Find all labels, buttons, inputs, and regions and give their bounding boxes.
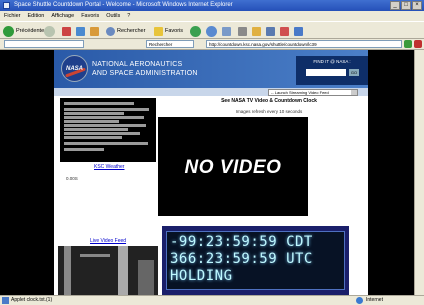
logo-text: NASA	[65, 66, 83, 72]
back-button[interactable]: Précédente	[3, 25, 44, 37]
menu-favorites[interactable]: Favoris	[81, 11, 99, 21]
close-icon[interactable]	[414, 40, 422, 48]
site-search-go-button[interactable]: GO	[349, 69, 359, 76]
url-field[interactable]: http://countdown.ksc.nasa.gov/shuttle/co…	[206, 40, 402, 48]
nasa-logo[interactable]: NASA	[61, 55, 88, 82]
address-bar: Rechercher http://countdown.ksc.nasa.gov…	[0, 39, 424, 50]
minimize-button[interactable]: _	[390, 1, 400, 10]
menu-help[interactable]: ?	[127, 11, 130, 21]
no-video-text: NO VIDEO	[184, 157, 282, 178]
home-button[interactable]	[90, 25, 99, 37]
status-text: Applet clock.txt.(1)	[11, 297, 53, 303]
forward-arrow-icon	[44, 25, 55, 37]
research-icon	[294, 26, 303, 36]
find-it-box: FIND IT @ NASA : GO	[296, 56, 368, 85]
search-button[interactable]: Rechercher	[106, 25, 145, 37]
messenger-button[interactable]	[280, 25, 289, 37]
stop-icon	[62, 26, 71, 36]
find-label: FIND IT @ NASA :	[313, 59, 351, 64]
status-bar: Applet clock.txt.(1) Internet	[0, 295, 424, 305]
back-label: Précédente	[16, 28, 45, 34]
weather-note: 0.00S	[66, 176, 78, 181]
countdown-cdt: -99:23:59:59 CDT	[170, 234, 313, 250]
star-icon	[154, 26, 163, 36]
ksc-weather-link[interactable]: KSC Weather	[94, 164, 124, 170]
favorites-button[interactable]: Favoris	[154, 25, 183, 37]
discuss-icon	[266, 26, 275, 36]
search-label: Rechercher	[117, 28, 146, 34]
refresh-icon	[76, 26, 85, 36]
web-page: NASA NATIONAL AERONAUTICS AND SPACE ADMI…	[54, 50, 368, 295]
countdown-clock: -99:23:59:59 CDT 366:23:59:59 UTC HOLDIN…	[162, 226, 349, 295]
folder-icon	[252, 26, 261, 36]
media-button[interactable]	[190, 25, 201, 37]
print-button[interactable]	[238, 25, 247, 37]
zone-text: Internet	[366, 297, 383, 303]
video-feed-select[interactable]: -- Launch Streaming Video Feed	[268, 89, 358, 96]
chevron-down-icon	[351, 90, 357, 95]
applet-icon	[2, 297, 9, 304]
page-heading: See NASA TV Video & Countdown Clock	[221, 98, 317, 104]
media-icon	[190, 25, 201, 37]
agency-line-2: AND SPACE ADMINISTRATION	[92, 70, 198, 77]
countdown-display: -99:23:59:59 CDT 366:23:59:59 UTC HOLDIN…	[166, 231, 345, 290]
nasa-banner: NASA NATIONAL AERONAUTICS AND SPACE ADMI…	[54, 50, 368, 88]
live-camera-image	[58, 246, 158, 295]
agency-line-1: NATIONAL AERONAUTICS	[92, 61, 183, 68]
history-icon	[206, 25, 217, 37]
messenger-icon	[280, 26, 289, 36]
history-dropdown-field[interactable]	[4, 40, 84, 48]
globe-icon	[356, 297, 363, 304]
mail-button[interactable]	[222, 25, 231, 37]
vertical-scrollbar[interactable]	[414, 50, 424, 295]
video-feed-select-value: -- Launch Streaming Video Feed	[271, 90, 329, 95]
stop-button[interactable]	[62, 25, 71, 37]
go-icon[interactable]	[404, 40, 412, 48]
favorites-label: Favoris	[165, 28, 184, 34]
menu-bar: Fichier Edition Affichage Favoris Outils…	[0, 11, 424, 21]
live-video-feed-link[interactable]: Live Video Feed	[90, 238, 126, 244]
countdown-utc: 366:23:59:59 UTC	[170, 251, 313, 267]
back-arrow-icon	[3, 25, 14, 37]
discuss-button[interactable]	[266, 25, 275, 37]
home-icon	[90, 26, 99, 36]
maximize-button[interactable]: □	[401, 1, 411, 10]
weather-readout-image	[60, 98, 156, 162]
toolbar: Précédente Rechercher Favoris	[0, 21, 424, 39]
window-title: Space Shuttle Countdown Portal - Welcome…	[14, 2, 233, 8]
close-window-button[interactable]: ×	[412, 1, 422, 10]
menu-file[interactable]: Fichier	[4, 11, 21, 21]
history-button[interactable]	[206, 25, 217, 37]
menu-tools[interactable]: Outils	[106, 11, 120, 21]
menu-edit[interactable]: Edition	[28, 11, 45, 21]
mail-icon	[222, 26, 231, 36]
site-search-input[interactable]	[306, 69, 346, 76]
video-panel: NO VIDEO	[158, 117, 308, 216]
print-icon	[238, 26, 247, 36]
edit-button[interactable]	[252, 25, 261, 37]
search-icon	[106, 26, 115, 36]
search-field[interactable]: Rechercher	[146, 40, 194, 48]
agency-name: NATIONAL AERONAUTICS AND SPACE ADMINISTR…	[92, 60, 198, 78]
refresh-note: Images refresh every 10 seconds	[235, 109, 303, 114]
browser-icon	[3, 2, 10, 9]
forward-button[interactable]	[44, 25, 55, 37]
research-button[interactable]	[294, 25, 303, 37]
refresh-button[interactable]	[76, 25, 85, 37]
menu-view[interactable]: Affichage	[51, 11, 74, 21]
window-title-bar: Space Shuttle Countdown Portal - Welcome…	[0, 0, 424, 11]
countdown-status: HOLDING	[170, 268, 233, 284]
